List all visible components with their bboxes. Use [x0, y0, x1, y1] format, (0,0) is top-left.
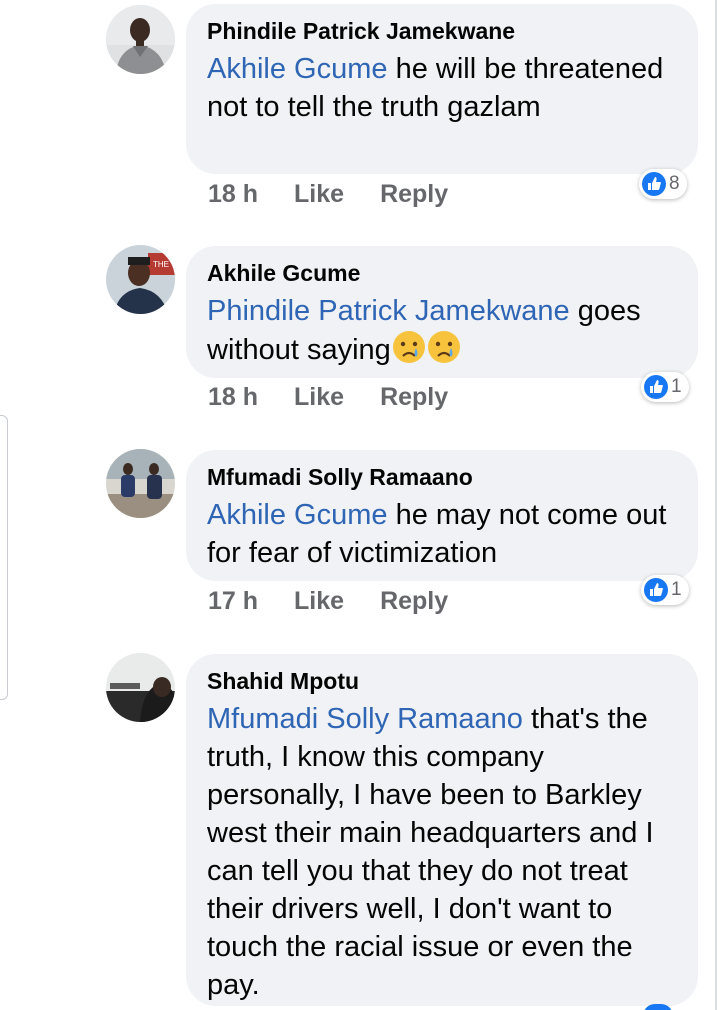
comment-author[interactable]: Phindile Patrick Jamekwane [207, 18, 676, 44]
thumbs-up-icon [644, 375, 668, 399]
scrollbar-track[interactable] [715, 0, 717, 1010]
comment-text: Mfumadi Solly Ramaano that's the truth, … [207, 703, 654, 1001]
reply-button[interactable]: Reply [380, 180, 448, 209]
comment-author[interactable]: Akhile Gcume [207, 260, 676, 286]
comment-bubble: Shahid Mpotu Mfumadi Solly Ramaano that'… [186, 654, 698, 1006]
avatar-akhile[interactable]: THE [106, 245, 175, 314]
comment-text: Akhile Gcume he may not come out for fea… [207, 499, 667, 569]
mention-link[interactable]: Akhile Gcume [207, 53, 388, 85]
mention-link[interactable]: Mfumadi Solly Ramaano [207, 703, 523, 735]
comment-author[interactable]: Shahid Mpotu [207, 668, 676, 694]
avatar-mfumadi[interactable] [106, 449, 175, 518]
reaction-badge[interactable]: 8 [639, 169, 687, 199]
comment-thread: Phindile Patrick Jamekwane Akhile Gcume … [0, 0, 720, 1010]
like-button[interactable]: Like [294, 180, 344, 209]
comment-actions: 18 h Like Reply [208, 383, 448, 412]
comment-time[interactable]: 18 h [208, 180, 258, 209]
comment-author[interactable]: Mfumadi Solly Ramaano [207, 464, 676, 490]
crying-face-icon [392, 330, 426, 374]
side-panel-edge [0, 415, 8, 700]
avatar-phindile[interactable] [106, 5, 175, 74]
comment-bubble: Akhile Gcume Phindile Patrick Jamekwane … [186, 246, 698, 378]
thumbs-up-icon [644, 578, 668, 602]
comment-time[interactable]: 18 h [208, 383, 258, 412]
mention-link[interactable]: Akhile Gcume [207, 499, 388, 531]
crying-face-icon [427, 330, 461, 374]
comment-time[interactable]: 17 h [208, 587, 258, 616]
comment-text: Phindile Patrick Jamekwane goes without … [207, 292, 676, 374]
reaction-badge[interactable]: 1 [641, 575, 689, 605]
mention-link[interactable]: Phindile Patrick Jamekwane [207, 295, 570, 327]
like-button[interactable]: Like [294, 587, 344, 616]
reaction-count: 8 [669, 173, 680, 194]
reaction-badge[interactable]: 1 [641, 372, 689, 402]
comment-bubble: Phindile Patrick Jamekwane Akhile Gcume … [186, 4, 698, 174]
reaction-count: 1 [671, 376, 682, 397]
reply-button[interactable]: Reply [380, 587, 448, 616]
comment-text: Akhile Gcume he will be threatened not t… [207, 53, 664, 123]
thumbs-up-icon [642, 172, 666, 196]
like-button[interactable]: Like [294, 383, 344, 412]
comment-actions: 17 h Like Reply [208, 587, 448, 616]
reply-button[interactable]: Reply [380, 383, 448, 412]
avatar-shahid[interactable] [106, 653, 175, 722]
comment-bubble: Mfumadi Solly Ramaano Akhile Gcume he ma… [186, 450, 698, 581]
comment-actions: 18 h Like Reply [208, 180, 448, 209]
svg-text:THE: THE [153, 260, 169, 269]
reaction-count: 1 [671, 579, 682, 600]
